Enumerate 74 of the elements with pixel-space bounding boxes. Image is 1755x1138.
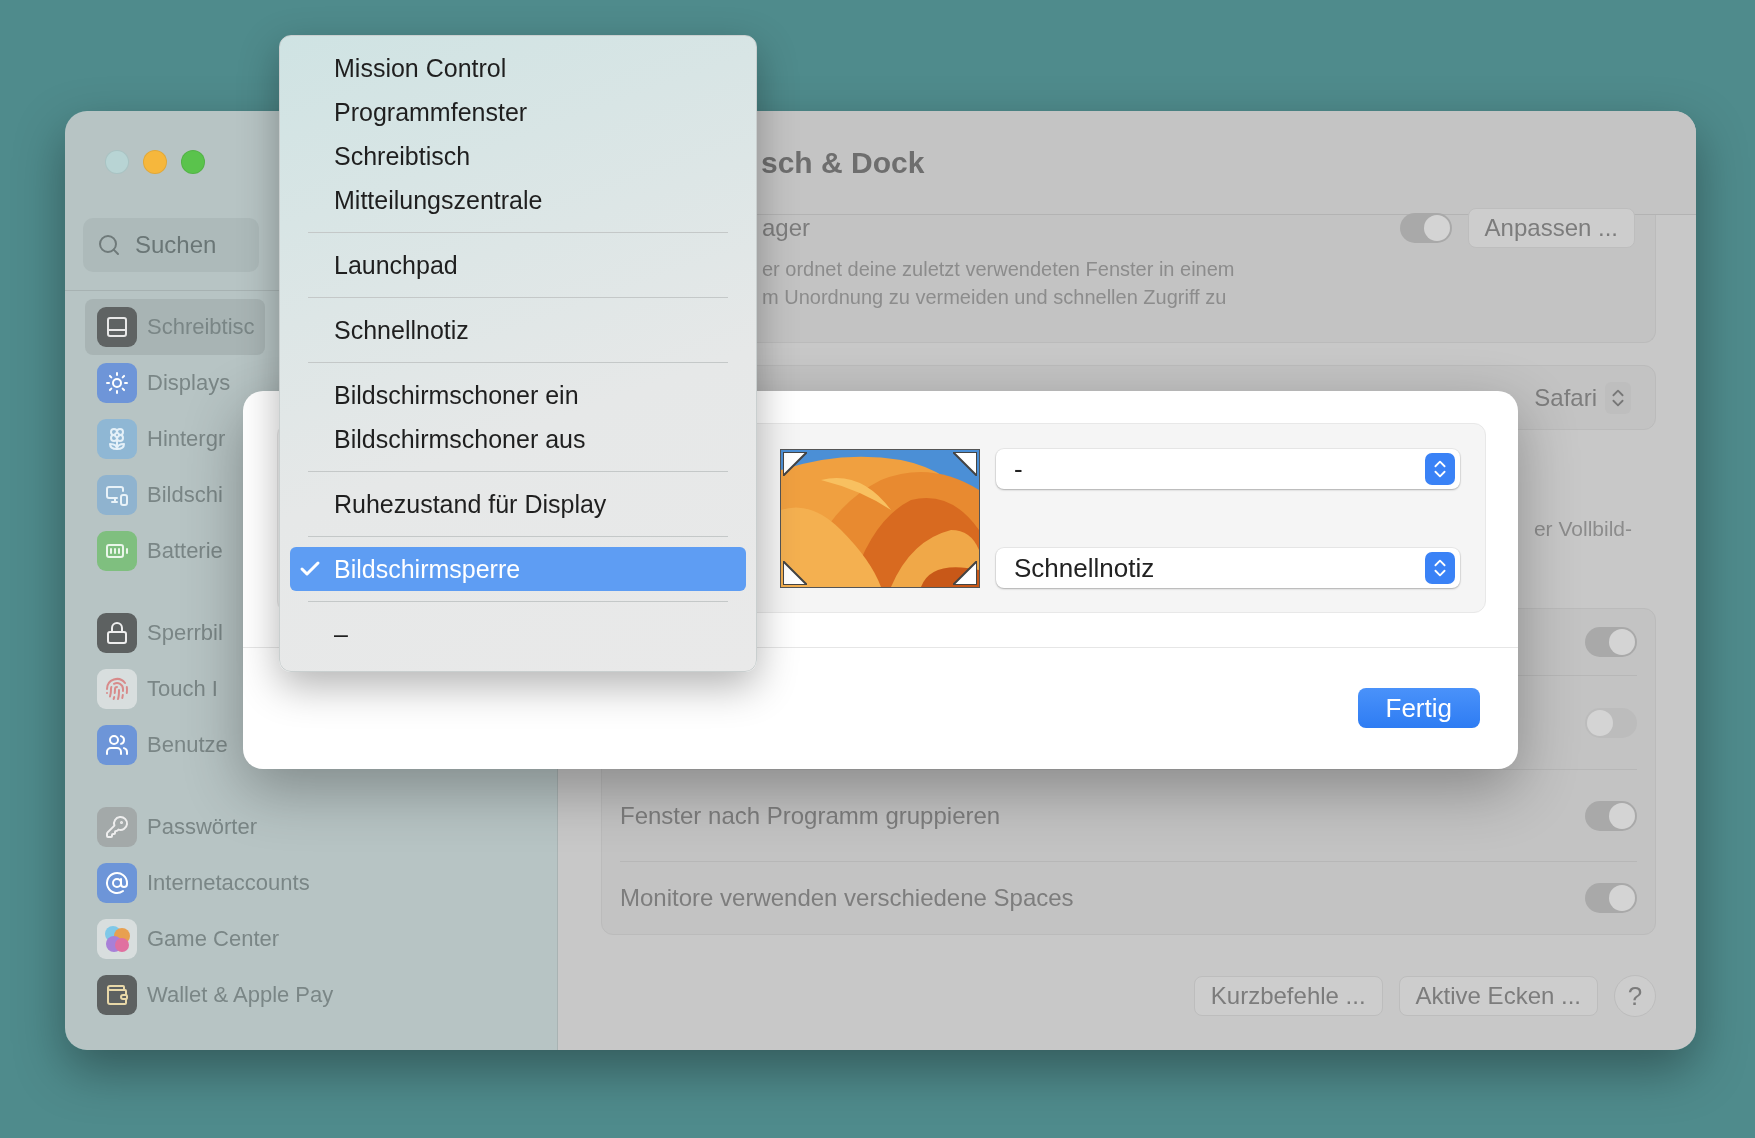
stepper-icon[interactable]: [1605, 381, 1631, 414]
settings-button[interactable]: Aktive Ecken ...: [1398, 976, 1598, 1016]
menu-item[interactable]: Schreibtisch: [290, 134, 746, 178]
menu-item[interactable]: –: [290, 612, 746, 656]
sun-icon: [97, 363, 137, 403]
sidebar-label: Benutze: [147, 732, 228, 758]
sidebar-item[interactable]: Benutze: [85, 717, 238, 773]
menu-item[interactable]: Programmfenster: [290, 90, 746, 134]
sidebar-label: Hintergr: [147, 426, 226, 452]
toggle-switch[interactable]: [1585, 627, 1637, 657]
dock-icon: [97, 307, 137, 347]
sidebar-item[interactable]: Wallet & Apple Pay: [85, 967, 344, 1023]
menu-item[interactable]: Schnellnotiz: [290, 308, 746, 352]
browser-value: Safari: [1534, 383, 1597, 412]
stepper-icon: [1425, 552, 1455, 584]
sidebar-item[interactable]: Hintergr: [85, 411, 236, 467]
done-button[interactable]: Fertig: [1357, 688, 1480, 728]
menu-item[interactable]: Bildschirmschoner ein: [290, 373, 746, 417]
sidebar-item[interactable]: Sperrbil: [85, 605, 233, 661]
menu-item[interactable]: Bildschirmschoner aus: [290, 417, 746, 461]
menu-item[interactable]: Mitteilungszentrale: [290, 178, 746, 222]
sidebar-item[interactable]: Batterie: [85, 523, 233, 579]
sidebar-label: Batterie: [147, 538, 223, 564]
sidebar-label: Sperrbil: [147, 620, 223, 646]
popup-button[interactable]: -: [996, 449, 1460, 489]
minimize-button[interactable]: [143, 150, 167, 174]
sidebar-item[interactable]: Game Center: [85, 911, 290, 967]
customize-button[interactable]: Anpassen ...: [1467, 208, 1635, 248]
menu-item[interactable]: Launchpad: [290, 243, 746, 287]
game-center-icon: [97, 919, 137, 959]
users-icon: [97, 725, 137, 765]
menu-item[interactable]: Bildschirmsperre: [290, 547, 746, 591]
search-field[interactable]: Suchen: [83, 218, 259, 272]
window-title: sch & Dock: [761, 145, 925, 180]
corner-marker-icon: [953, 452, 977, 476]
settings-button[interactable]: Kurzbefehle ...: [1193, 976, 1383, 1016]
sidebar-label: Wallet & Apple Pay: [147, 982, 334, 1008]
sidebar-item[interactable]: Internetaccounts: [85, 855, 320, 911]
setting-label: Fenster nach Programm gruppieren: [620, 801, 1001, 830]
sidebar-item[interactable]: Displays: [85, 355, 241, 411]
sidebar-item[interactable]: Touch I: [85, 661, 228, 717]
sidebar-label: Touch I: [147, 676, 218, 702]
sidebar-label: Game Center: [147, 926, 280, 952]
help-button[interactable]: ?: [1614, 975, 1656, 1017]
fingerprint-icon: [97, 669, 137, 709]
toggle-switch[interactable]: [1585, 707, 1637, 738]
sidebar-item[interactable]: Bildschi: [85, 467, 233, 523]
sidebar-label: Passwörter: [147, 814, 258, 840]
toggle-switch[interactable]: [1399, 213, 1452, 243]
sidebar-label: Bildschi: [147, 482, 223, 508]
popup-button[interactable]: Schnellnotiz: [996, 548, 1460, 588]
setting-label: ager: [762, 214, 811, 242]
key-icon: [97, 807, 137, 847]
sidebar-item[interactable]: Passwörter: [85, 799, 268, 855]
corner-marker-icon: [783, 561, 807, 585]
flower-icon: [97, 419, 137, 459]
toggle-switch[interactable]: [1585, 800, 1637, 831]
sidebar-label: Displays: [147, 370, 231, 396]
menu-item[interactable]: Ruhezustand für Display: [290, 482, 746, 526]
stepper-icon: [1425, 453, 1455, 485]
description-text: er Vollbild-: [1533, 516, 1632, 542]
zoom-button[interactable]: [181, 150, 205, 174]
menu-item[interactable]: Mission Control: [290, 46, 746, 90]
search-icon: [97, 233, 121, 257]
at-sign-icon: [97, 863, 137, 903]
setting-label: Monitore verwenden verschiedene Spaces: [620, 884, 1074, 912]
wallet-icon: [97, 975, 137, 1015]
toggle-switch[interactable]: [1585, 883, 1637, 913]
corner-marker-icon: [953, 561, 977, 585]
battery-icon: [97, 531, 137, 571]
corner-marker-icon: [783, 452, 807, 476]
sidebar-label: Internetaccounts: [147, 870, 310, 896]
screen-icon: [97, 475, 137, 515]
lock-icon: [97, 613, 137, 653]
